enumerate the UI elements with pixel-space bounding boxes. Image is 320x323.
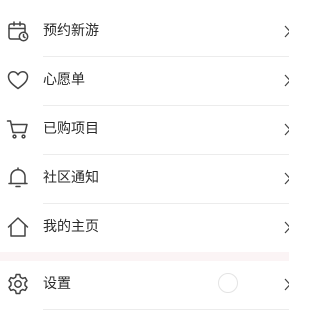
menu-item-label: 心愿单 bbox=[43, 72, 85, 88]
menu-item-label: 已购项目 bbox=[43, 121, 99, 137]
cart-icon bbox=[6, 117, 30, 141]
menu-item-settings[interactable]: 设置 bbox=[0, 260, 289, 309]
chevron-right-icon bbox=[284, 278, 289, 291]
menu-item-label: 设置 bbox=[43, 276, 71, 292]
menu-item-homepage[interactable]: 我的主页 bbox=[0, 203, 289, 252]
bell-icon bbox=[6, 166, 30, 190]
menu-item-new-tour[interactable]: 预约新游 bbox=[0, 7, 289, 56]
touch-indicator-circle bbox=[218, 273, 238, 293]
chevron-right-icon bbox=[284, 25, 289, 38]
chevron-right-icon bbox=[284, 221, 289, 234]
menu-item-notifications[interactable]: 社区通知 bbox=[0, 154, 289, 203]
menu-item-label: 预约新游 bbox=[43, 23, 99, 39]
divider bbox=[43, 309, 289, 310]
chevron-right-icon bbox=[284, 172, 289, 185]
heart-icon bbox=[6, 68, 30, 92]
chevron-right-icon bbox=[284, 123, 289, 136]
calendar-clock-icon bbox=[6, 19, 30, 43]
menu-item-purchased[interactable]: 已购项目 bbox=[0, 105, 289, 154]
menu-item-wishlist[interactable]: 心愿单 bbox=[0, 56, 289, 105]
chevron-right-icon bbox=[284, 74, 289, 87]
gear-icon bbox=[6, 272, 30, 296]
menu-item-label: 我的主页 bbox=[43, 219, 99, 235]
home-icon bbox=[6, 215, 30, 239]
menu-item-label: 社区通知 bbox=[43, 170, 99, 186]
